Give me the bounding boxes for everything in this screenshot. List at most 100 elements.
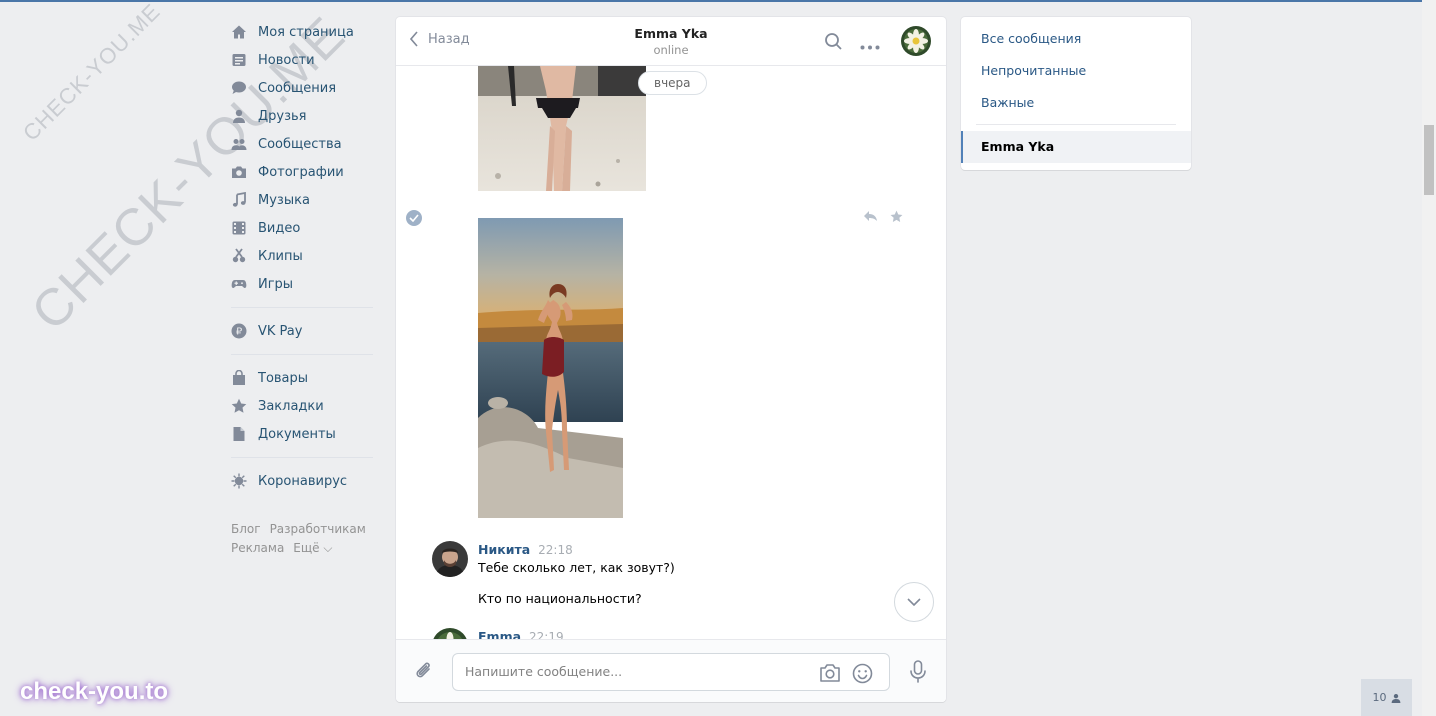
user-icon [1391,693,1400,703]
nav-item-games[interactable]: Игры [228,270,376,298]
nav-item-label: Новости [258,52,315,68]
date-separator: вчера [638,71,707,95]
nav-divider [231,457,373,458]
watermark-small: CHECK-YOU.ME [18,0,166,146]
online-count: 10 [1372,691,1387,704]
home-icon [231,24,247,40]
nav-item-video[interactable]: Видео [228,214,376,242]
nav-item-label: Товары [258,370,309,386]
star-icon[interactable] [890,210,903,227]
online-friends-badge[interactable]: 10 [1361,679,1412,716]
chevron-down-icon [907,598,921,606]
scrollbar-thumb[interactable] [1424,125,1434,195]
nav-item-bookmarks[interactable]: Закладки [228,392,376,420]
nav-item-messages[interactable]: Сообщения [228,74,376,102]
watermark-brand: check-you.to [20,678,169,705]
select-check-icon[interactable] [406,210,422,226]
messages-icon [231,80,247,96]
footer-link-ads[interactable]: Реклама [231,541,284,555]
video-icon [231,220,247,236]
nav-item-news[interactable]: Новости [228,46,376,74]
paperclip-icon[interactable] [414,660,434,686]
peer-avatar[interactable] [901,26,931,56]
chat-window: Назад Emma Yka online вчера Никита 22:18… [396,17,946,702]
message-header: Emma 22:19 [478,629,564,639]
top-accent-line [0,0,1422,2]
nav-divider [231,307,373,308]
nav-item-label: Закладки [258,398,324,414]
nav-item-documents[interactable]: Документы [228,420,376,448]
svg-text:₽: ₽ [236,327,243,338]
more-icon[interactable] [860,39,880,54]
reply-icon[interactable] [863,210,878,226]
communities-icon [231,136,247,152]
photo-attachment[interactable] [478,218,623,518]
filter-unread[interactable]: Непрочитанные [961,55,1191,87]
microphone-icon[interactable] [908,660,928,688]
message-history: вчера Никита 22:18 Тебе сколько лет, как… [396,66,946,639]
left-navigation: Моя страница Новости Сообщения Друзья Со… [228,18,376,558]
bag-icon [231,370,247,386]
emoji-icon[interactable] [852,663,873,688]
nav-item-communities[interactable]: Сообщества [228,130,376,158]
chat-header: Назад Emma Yka online [396,17,946,66]
footer-link-blog[interactable]: Блог [231,522,261,536]
panel-divider [976,124,1176,125]
message-text: Кто по национальности? [478,591,642,606]
nav-item-coronavirus[interactable]: Коронавирус [228,467,376,495]
nav-item-goods[interactable]: Товары [228,364,376,392]
nav-item-label: Фотографии [258,164,344,180]
message-text: Тебе сколько лет, как зовут?) [478,560,675,575]
music-icon [231,192,247,208]
virus-icon [231,473,247,489]
messages-filter-panel: Все сообщения Непрочитанные Важные Emma … [961,17,1191,170]
nav-item-label: VK Pay [258,323,303,339]
avatar[interactable] [432,541,468,577]
vkpay-icon: ₽ [231,323,247,339]
nav-item-label: Видео [258,220,301,236]
nav-item-label: Сообщества [258,136,342,152]
photo-attachment[interactable] [478,66,646,191]
nav-item-label: Друзья [258,108,307,124]
message-composer [396,639,946,702]
gamepad-icon [231,276,247,292]
camera-icon[interactable] [819,663,841,687]
star-icon [231,398,247,414]
footer-links: Блог Разработчикам Реклама Ещё ⌵ [228,520,376,558]
nav-item-friends[interactable]: Друзья [228,102,376,130]
nav-item-vk-pay[interactable]: ₽ VK Pay [228,317,376,345]
news-icon [231,52,247,68]
page-scrollbar[interactable] [1422,0,1436,716]
nav-item-music[interactable]: Музыка [228,186,376,214]
message-header: Никита 22:18 [478,542,573,557]
nav-item-label: Сообщения [258,80,337,96]
nav-item-my-page[interactable]: Моя страница [228,18,376,46]
avatar[interactable] [432,628,468,639]
nav-item-label: Игры [258,276,294,292]
filter-all-messages[interactable]: Все сообщения [961,23,1191,55]
nav-item-photos[interactable]: Фотографии [228,158,376,186]
filter-important[interactable]: Важные [961,87,1191,119]
active-conversation[interactable]: Emma Yka [961,131,1191,163]
search-icon[interactable] [824,32,843,55]
nav-item-label: Коронавирус [258,473,348,489]
footer-link-more[interactable]: Ещё ⌵ [293,541,332,555]
message-time[interactable]: 22:19 [529,630,564,639]
message-author[interactable]: Emma [478,629,521,639]
message-time[interactable]: 22:18 [538,543,573,557]
nav-item-label: Клипы [258,248,303,264]
footer-link-developers[interactable]: Разработчикам [270,522,366,536]
friends-icon [231,108,247,124]
nav-item-label: Документы [258,426,336,442]
nav-divider [231,354,373,355]
message-author[interactable]: Никита [478,542,530,557]
clips-icon [231,248,247,264]
nav-item-clips[interactable]: Клипы [228,242,376,270]
camera-icon [231,164,247,180]
nav-item-label: Моя страница [258,24,354,40]
scroll-down-button[interactable] [894,582,934,622]
nav-item-label: Музыка [258,192,310,208]
document-icon [231,426,247,442]
message-input-box [452,653,890,691]
message-input[interactable] [465,664,805,679]
